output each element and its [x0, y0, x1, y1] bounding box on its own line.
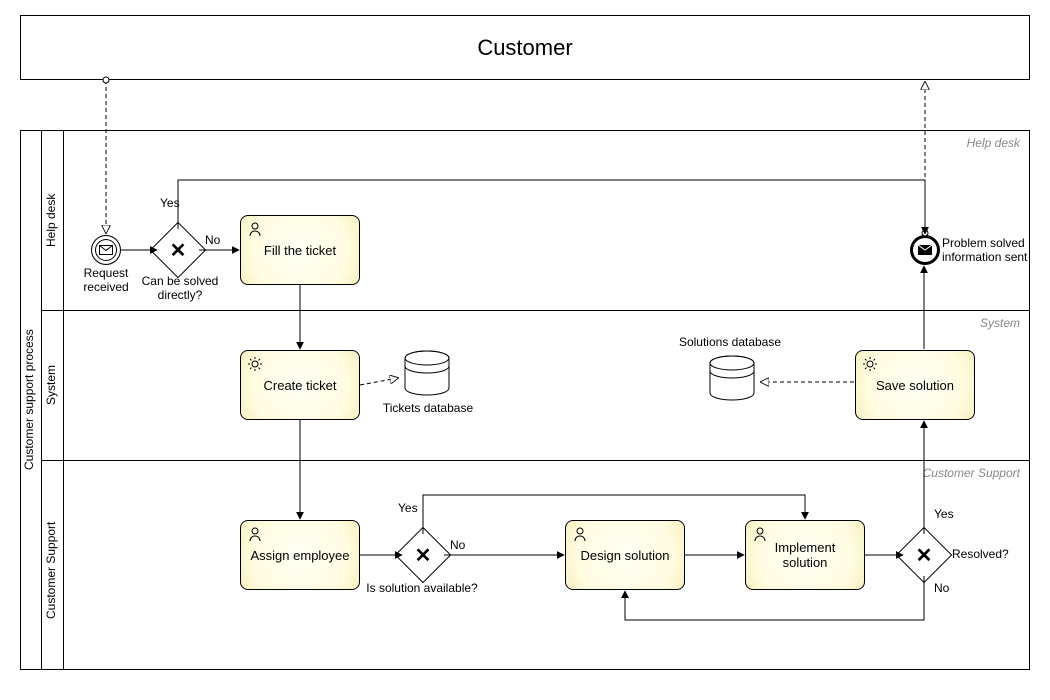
lane-system-label: System	[44, 355, 58, 415]
gateway3-yes: Yes	[934, 508, 964, 522]
gateway3-no: No	[934, 582, 959, 596]
lane-div-2	[42, 460, 1030, 461]
task-implement-solution: Implement solution	[745, 520, 865, 590]
gateway2-yes: Yes	[398, 502, 428, 516]
tickets-db-label: Tickets database	[378, 402, 478, 416]
envelope-filled-icon	[918, 245, 932, 255]
lane-div-1	[42, 310, 1030, 311]
gateway2-label: Is solution available?	[362, 582, 482, 596]
gateway1-yes: Yes	[160, 197, 190, 211]
end-event	[910, 235, 940, 265]
task-assign-label: Assign employee	[251, 548, 350, 563]
user-icon	[572, 526, 588, 542]
xor-icon: ✕	[404, 536, 442, 574]
task-design-label: Design solution	[581, 548, 670, 563]
user-icon	[752, 526, 768, 542]
bpmn-diagram: Customer Customer support process Help d…	[0, 0, 1050, 700]
lane-support-label: Customer Support	[44, 510, 58, 630]
lanehint-system: System	[820, 317, 1020, 331]
lanehint-helpdesk: Help desk	[820, 137, 1020, 151]
pool-customer: Customer	[20, 15, 1030, 80]
task-fill-ticket: Fill the ticket	[240, 215, 360, 285]
task-fill-label: Fill the ticket	[264, 243, 336, 258]
task-save-solution: Save solution	[855, 350, 975, 420]
gateway1-label: Can be solved directly?	[140, 275, 220, 303]
xor-icon: ✕	[159, 231, 197, 269]
pool-customer-label: Customer	[477, 35, 572, 61]
user-icon	[247, 221, 263, 237]
xor-icon: ✕	[905, 536, 943, 574]
gateway3-label: Resolved?	[952, 548, 1017, 562]
gear-icon	[247, 356, 263, 372]
gateway1-no: No	[205, 234, 230, 248]
solutions-db-label: Solutions database	[670, 336, 790, 350]
task-assign-employee: Assign employee	[240, 520, 360, 590]
pool-process-label: Customer support process	[22, 300, 36, 500]
task-create-ticket: Create ticket	[240, 350, 360, 420]
gear-icon	[862, 356, 878, 372]
user-icon	[247, 526, 263, 542]
envelope-icon	[99, 245, 113, 255]
gateway2-no: No	[450, 539, 475, 553]
lane-helpdesk-label: Help desk	[44, 175, 58, 265]
solutions-database	[705, 355, 759, 405]
end-event-label: Problem solved information sent	[942, 237, 1032, 265]
start-event-label: Request received	[80, 267, 132, 295]
task-save-label: Save solution	[876, 378, 954, 393]
task-implement-label: Implement solution	[752, 540, 858, 570]
lanehint-support: Customer Support	[820, 467, 1020, 481]
task-create-label: Create ticket	[264, 378, 337, 393]
start-event	[91, 235, 121, 265]
tickets-database	[400, 350, 454, 400]
task-design-solution: Design solution	[565, 520, 685, 590]
